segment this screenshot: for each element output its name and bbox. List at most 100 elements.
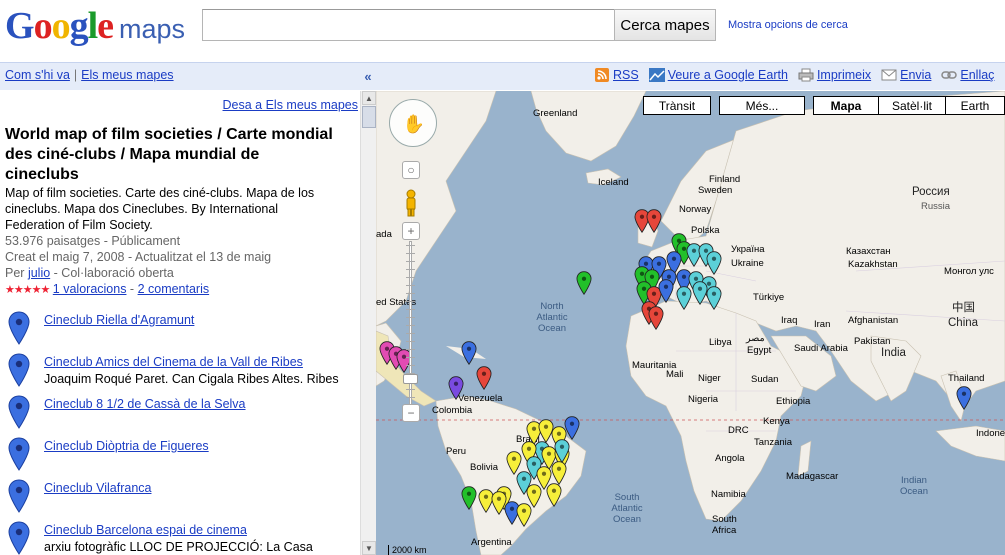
map-marker[interactable]	[658, 279, 674, 306]
map-marker[interactable]	[516, 503, 532, 530]
scroll-up-button[interactable]: ▲	[362, 91, 376, 105]
scroll-thumb[interactable]	[362, 106, 376, 128]
google-earth-action[interactable]: Veure a Google Earth	[648, 68, 788, 82]
save-to-my-maps-link[interactable]: Desa a Els meus mapes	[223, 98, 358, 112]
map-label-angola: Angola	[715, 453, 745, 464]
print-action[interactable]: Imprimeix	[798, 68, 871, 82]
ratings-separator: -	[126, 282, 138, 296]
map-label-finland: Finland	[709, 174, 741, 185]
map-marker[interactable]	[648, 306, 664, 333]
zoom-tick	[406, 269, 415, 270]
map-marker[interactable]	[448, 376, 464, 403]
map-marker[interactable]	[956, 386, 972, 413]
tab-separator: |	[73, 68, 78, 82]
map-label-kenya: Kenya	[763, 416, 790, 427]
blue-pin-icon[interactable]	[8, 311, 30, 345]
print-link[interactable]: Imprimeix	[817, 68, 871, 82]
ratings-link[interactable]: 1 valoracions	[53, 282, 127, 296]
place-name-link[interactable]: Cineclub 8 1/2 de Cassà de la Selva	[44, 397, 246, 411]
zoom-tick	[406, 349, 415, 350]
map-type-satellite-button[interactable]: Satèl·lit	[878, 96, 946, 115]
send-action[interactable]: Envia	[881, 68, 931, 82]
zoom-slider-thumb[interactable]	[403, 374, 418, 384]
header: G o o g l e maps Cerca mapes Mostra opci…	[0, 0, 1005, 60]
map-marker[interactable]	[461, 341, 477, 368]
comments-link[interactable]: 2 comentaris	[138, 282, 210, 296]
place-name-link[interactable]: Cineclub Riella d'Agramunt	[44, 313, 194, 327]
google-earth-icon	[648, 68, 665, 82]
logo-letter: e	[97, 5, 114, 47]
show-search-options-link[interactable]: Mostra opcions de cerca	[728, 19, 848, 31]
map-label-kazakhstan: Казахстан	[846, 246, 891, 257]
blue-pin-icon[interactable]	[8, 479, 30, 513]
rating-stars[interactable]: ★★★★★	[5, 284, 50, 296]
map-marker[interactable]	[706, 286, 722, 313]
map-label-namibia: Namibia	[711, 489, 746, 500]
tab-get-directions[interactable]: Com s'hi va	[5, 68, 70, 82]
zoom-out-button[interactable]: −	[402, 404, 420, 422]
view-in-google-earth-link[interactable]: Veure a Google Earth	[668, 68, 788, 82]
traffic-button[interactable]: Trànsit	[643, 96, 711, 115]
place-name-link[interactable]: Cineclub Vilafranca	[44, 481, 151, 495]
map-label-thailand: Thailand	[948, 373, 985, 384]
collapse-panel-button[interactable]: «	[361, 67, 375, 85]
place-name-link[interactable]: Cineclub Barcelona espai de cinema	[44, 523, 247, 537]
map-marker[interactable]	[646, 209, 662, 236]
scroll-down-button[interactable]: ▼	[362, 541, 376, 555]
place-name-link[interactable]: Cineclub Diòptria de Figueres	[44, 439, 209, 453]
search-input[interactable]	[202, 9, 615, 41]
search-maps-button[interactable]: Cerca mapes	[614, 9, 716, 41]
zoom-tick	[406, 333, 415, 334]
blue-pin-icon[interactable]	[8, 521, 30, 555]
map-marker[interactable]	[476, 366, 492, 393]
zoom-tick	[406, 261, 415, 262]
map-type-map-button[interactable]: Mapa	[813, 96, 879, 115]
zoom-tick	[406, 253, 415, 254]
map-canvas[interactable]: Greenland Iceland Sweden Finland Norway …	[376, 91, 1005, 555]
map-label-niger: Niger	[698, 373, 721, 384]
blue-pin-icon[interactable]	[8, 437, 30, 471]
map-title: World map of film societies / Carte mond…	[5, 126, 333, 183]
map-label-tanzania: Tanzania	[754, 437, 793, 448]
place-description: arxiu fotogràfic LLOC DE PROJECCIÓ: La C…	[44, 540, 313, 554]
tab-my-maps[interactable]: Els meus mapes	[81, 68, 173, 82]
map-views: 53.976 paisatges - Públicament	[5, 234, 181, 248]
zoom-in-button[interactable]: +	[402, 222, 420, 240]
blue-pin-icon[interactable]	[8, 353, 30, 387]
map-label-venezuela: Venezuela	[458, 393, 503, 404]
send-link[interactable]: Envia	[900, 68, 931, 82]
printer-icon	[798, 68, 814, 82]
zoom-tick	[406, 317, 415, 318]
pegman-icon[interactable]	[402, 189, 420, 217]
map-label-pakistan: Pakistan	[854, 336, 891, 347]
map-label-south-atlantic: South Atlantic Ocean	[611, 492, 643, 525]
map-marker[interactable]	[546, 483, 562, 510]
map-label-saudi-arabia: Saudi Arabia	[794, 343, 848, 354]
map-label-turkey: Türkiye	[753, 292, 785, 303]
reset-view-button[interactable]: ○	[402, 161, 420, 179]
map-label-china: China	[948, 317, 979, 329]
link-link[interactable]: Enllaç	[960, 68, 994, 82]
more-button[interactable]: Més...	[719, 96, 805, 115]
map-marker[interactable]	[461, 486, 477, 513]
panel-scrollbar[interactable]: ▲ ▼	[360, 91, 376, 555]
map-type-earth-button[interactable]: Earth	[945, 96, 1005, 115]
place-name-link[interactable]: Cineclub Amics del Cinema de la Vall de …	[44, 355, 303, 369]
author-link[interactable]: julio	[28, 266, 50, 280]
rss-link[interactable]: RSS	[613, 68, 639, 82]
map-label-bolivia: Bolivia	[470, 462, 498, 473]
map-label-nigeria: Nigeria	[688, 394, 719, 405]
blue-pin-icon[interactable]	[8, 395, 30, 429]
google-maps-logo[interactable]: G o o g l e maps	[5, 4, 185, 48]
map-marker[interactable]	[676, 286, 692, 313]
map-label-canada: ada	[376, 229, 392, 240]
map-marker[interactable]	[576, 271, 592, 298]
pan-control[interactable]: ✋	[389, 99, 437, 147]
map-label-ukraine-latin: Ukraine	[731, 258, 764, 269]
rss-action[interactable]: RSS	[594, 68, 639, 82]
chain-link-icon	[941, 68, 958, 82]
link-action[interactable]: Enllaç	[941, 68, 994, 82]
map-label-kazakhstan-latin: Kazakhstan	[848, 259, 898, 270]
map-marker[interactable]	[706, 251, 722, 278]
map-label-drc: DRC	[728, 425, 749, 436]
